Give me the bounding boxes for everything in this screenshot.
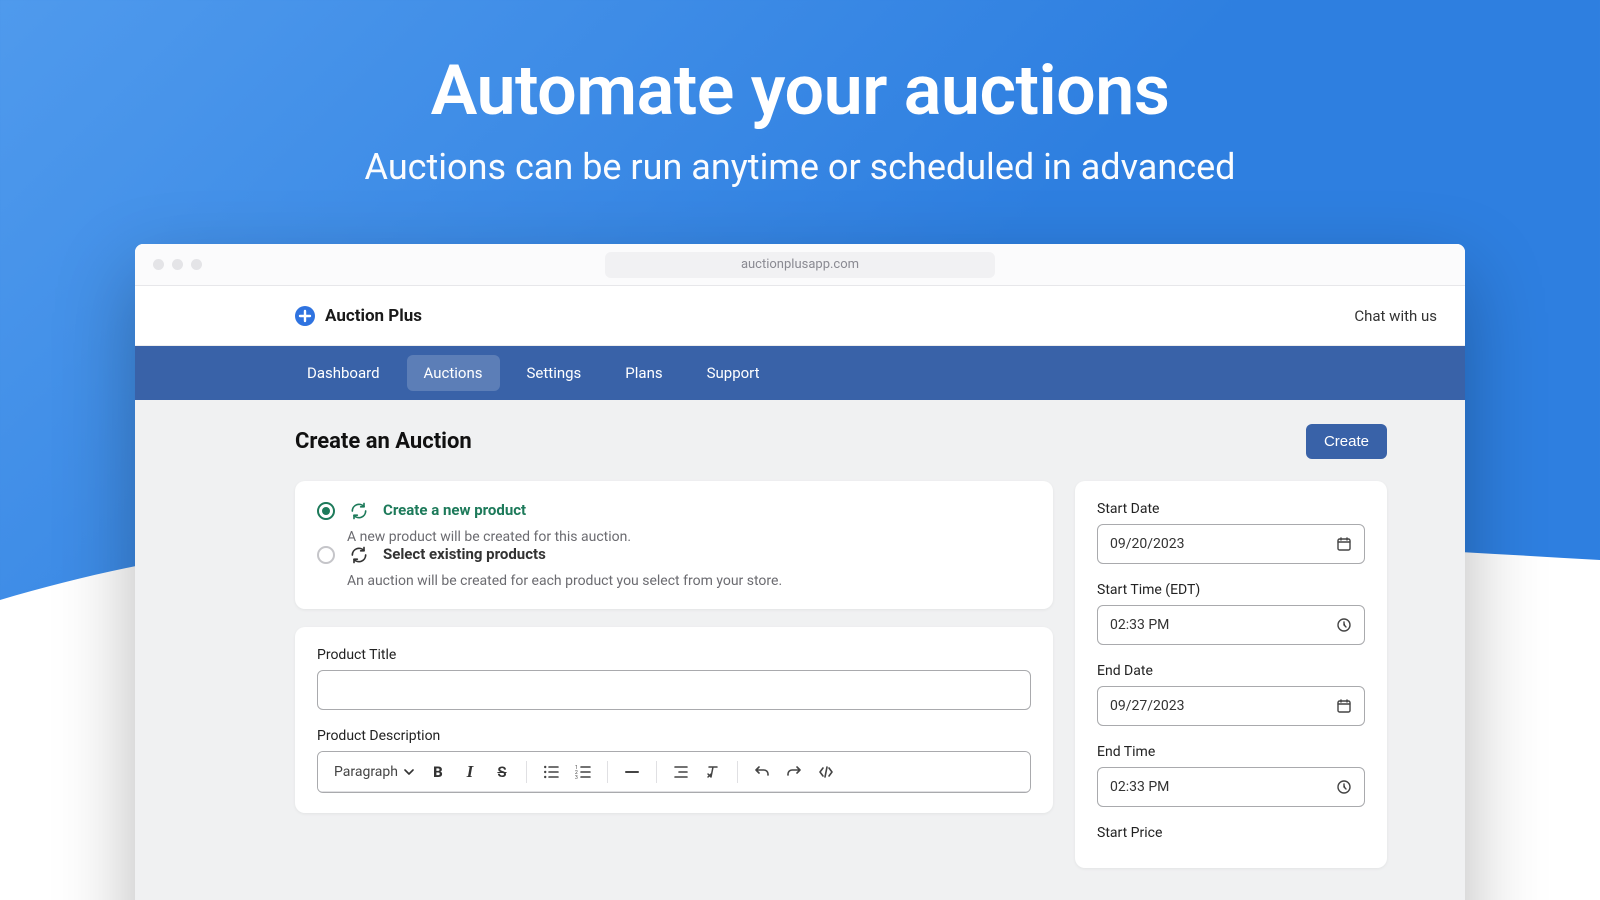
start-time-input[interactable]: 02:33 PM xyxy=(1097,605,1365,645)
browser-window: auctionplusapp.com Auction Plus Chat wit… xyxy=(135,244,1465,900)
ordered-list-icon: 123 xyxy=(575,764,591,780)
product-details-card: Product Title Product Description Paragr… xyxy=(295,627,1053,813)
nav-item-settings[interactable]: Settings xyxy=(510,355,599,391)
clock-icon xyxy=(1336,617,1352,633)
rte-italic-button[interactable]: I xyxy=(456,758,484,786)
rte-bullet-list-button[interactable] xyxy=(537,758,565,786)
create-button[interactable]: Create xyxy=(1306,424,1387,459)
rte-code-button[interactable] xyxy=(812,758,840,786)
rte-undo-button[interactable] xyxy=(748,758,776,786)
address-text: auctionplusapp.com xyxy=(741,257,859,272)
rte-ordered-list-button[interactable]: 123 xyxy=(569,758,597,786)
brand-text: Auction Plus xyxy=(325,306,422,326)
start-date-value: 09/20/2023 xyxy=(1110,536,1185,552)
chevron-down-icon xyxy=(404,767,414,777)
end-time-input[interactable]: 02:33 PM xyxy=(1097,767,1365,807)
sync-icon xyxy=(349,545,369,565)
browser-chrome: auctionplusapp.com xyxy=(135,244,1465,286)
option-create-new[interactable]: Create a new product xyxy=(317,501,1031,523)
end-date-input[interactable]: 09/27/2023 xyxy=(1097,686,1365,726)
rte-hr-button[interactable] xyxy=(618,758,646,786)
option-select-existing[interactable]: Select existing products xyxy=(317,545,1031,567)
option-create-desc: A new product will be created for this a… xyxy=(347,529,1031,545)
rte-strike-button[interactable]: S xyxy=(488,758,516,786)
product-title-input[interactable] xyxy=(317,670,1031,710)
rich-text-editor: Paragraph B I S xyxy=(317,751,1031,793)
rte-divider xyxy=(656,761,657,783)
address-bar[interactable]: auctionplusapp.com xyxy=(605,252,995,278)
nav-item-support[interactable]: Support xyxy=(690,355,777,391)
clear-format-icon xyxy=(705,764,721,780)
end-time-value: 02:33 PM xyxy=(1110,779,1169,795)
schedule-card: Start Date 09/20/2023 Start Time (EDT) 0… xyxy=(1075,481,1387,868)
hero-title: Automate your auctions xyxy=(0,50,1600,132)
start-date-input[interactable]: 09/20/2023 xyxy=(1097,524,1365,564)
rte-style-select[interactable]: Paragraph xyxy=(328,760,420,784)
product-desc-label: Product Description xyxy=(317,728,1031,744)
rte-toolbar: Paragraph B I S xyxy=(318,752,1030,792)
nav-item-auctions[interactable]: Auctions xyxy=(407,355,500,391)
start-time-label: Start Time (EDT) xyxy=(1097,582,1365,598)
traffic-lights xyxy=(153,259,202,270)
start-time-value: 02:33 PM xyxy=(1110,617,1169,633)
traffic-close-icon xyxy=(153,259,164,270)
product-title-label: Product Title xyxy=(317,647,1031,663)
hero-subtitle: Auctions can be run anytime or scheduled… xyxy=(0,146,1600,188)
rte-align-right-button[interactable] xyxy=(667,758,695,786)
rte-redo-button[interactable] xyxy=(780,758,808,786)
redo-icon xyxy=(786,764,802,780)
option-select-title: Select existing products xyxy=(383,545,1031,563)
page-header-row: Create an Auction Create xyxy=(295,424,1387,459)
end-time-label: End Time xyxy=(1097,744,1365,760)
chat-link[interactable]: Chat with us xyxy=(1354,307,1437,325)
nav-item-dashboard[interactable]: Dashboard xyxy=(290,355,397,391)
calendar-icon xyxy=(1336,536,1352,552)
app-header: Auction Plus Chat with us xyxy=(135,286,1465,346)
rte-divider xyxy=(607,761,608,783)
rte-bold-button[interactable]: B xyxy=(424,758,452,786)
page-content: Create an Auction Create xyxy=(135,400,1465,900)
option-create-title: Create a new product xyxy=(383,501,1031,519)
clock-icon xyxy=(1336,779,1352,795)
radio-create-new[interactable] xyxy=(317,502,335,520)
page-title: Create an Auction xyxy=(295,429,472,454)
nav-item-plans[interactable]: Plans xyxy=(608,355,679,391)
rte-divider xyxy=(526,761,527,783)
plus-circle-icon xyxy=(295,306,315,326)
brand[interactable]: Auction Plus xyxy=(295,306,422,326)
traffic-min-icon xyxy=(172,259,183,270)
bullet-list-icon xyxy=(543,764,559,780)
rte-style-value: Paragraph xyxy=(334,764,398,780)
product-source-card: Create a new product A new product will … xyxy=(295,481,1053,609)
rte-divider xyxy=(737,761,738,783)
option-select-desc: An auction will be created for each prod… xyxy=(347,573,1031,589)
traffic-max-icon xyxy=(191,259,202,270)
start-price-label: Start Price xyxy=(1097,825,1365,841)
calendar-icon xyxy=(1336,698,1352,714)
start-date-label: Start Date xyxy=(1097,501,1365,517)
radio-select-existing[interactable] xyxy=(317,546,335,564)
svg-text:3: 3 xyxy=(575,775,578,780)
end-date-label: End Date xyxy=(1097,663,1365,679)
rte-clear-format-button[interactable] xyxy=(699,758,727,786)
minus-icon xyxy=(624,764,640,780)
nav-bar: Dashboard Auctions Settings Plans Suppor… xyxy=(135,346,1465,400)
undo-icon xyxy=(754,764,770,780)
align-right-icon xyxy=(673,764,689,780)
code-icon xyxy=(818,764,834,780)
end-date-value: 09/27/2023 xyxy=(1110,698,1185,714)
sync-icon xyxy=(349,501,369,521)
